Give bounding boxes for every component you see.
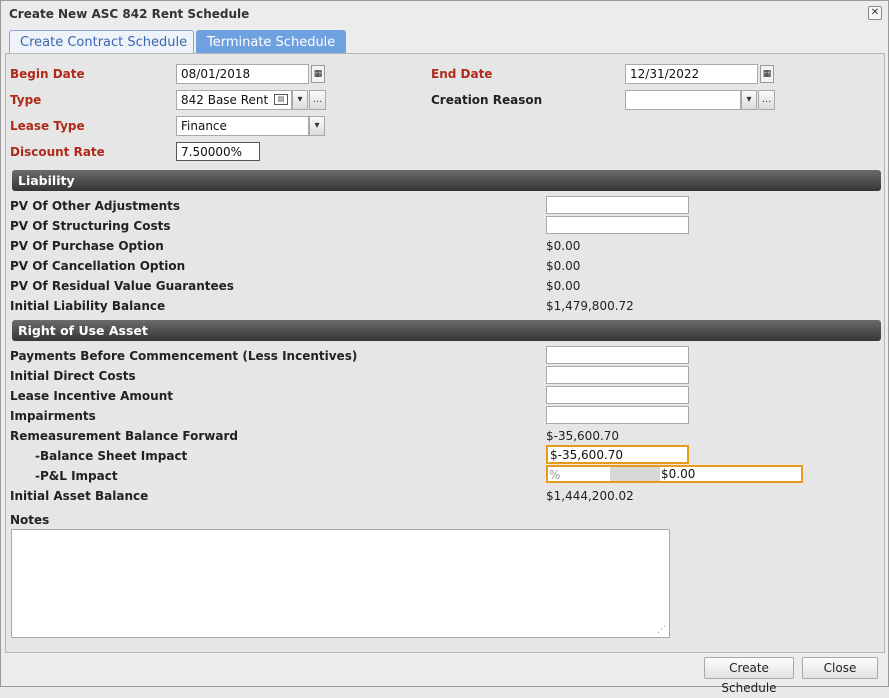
rou-section-header: Right of Use Asset — [12, 320, 881, 341]
payments-before-input[interactable] — [546, 346, 689, 364]
tab-create-contract-schedule[interactable]: Create Contract Schedule — [9, 30, 194, 53]
pv-other-adjustments-input[interactable] — [546, 196, 689, 214]
type-label: Type — [10, 93, 42, 107]
liability-section-header: Liability — [12, 170, 881, 191]
payments-before-label: Payments Before Commencement (Less Incen… — [10, 349, 358, 363]
calendar-icon[interactable]: ▦ — [311, 65, 325, 83]
chevron-down-icon[interactable]: ▾ — [292, 90, 308, 110]
discount-rate-label: Discount Rate — [10, 145, 105, 159]
creation-reason-select[interactable] — [625, 90, 741, 110]
chevron-down-icon[interactable]: ▾ — [309, 116, 325, 136]
pv-purchase-option-value: $0.00 — [546, 239, 581, 253]
dialog-title: Create New ASC 842 Rent Schedule — [9, 7, 250, 21]
contact-card-icon[interactable]: ▤ — [274, 94, 288, 105]
balance-sheet-impact-input[interactable]: $-35,600.70 — [546, 445, 689, 464]
lease-incentive-label: Lease Incentive Amount — [10, 389, 173, 403]
pv-cancellation-option-value: $0.00 — [546, 259, 581, 273]
calendar-icon[interactable]: ▦ — [760, 65, 774, 83]
pl-impact-percent-input[interactable]: % — [549, 468, 560, 482]
initial-direct-costs-input[interactable] — [546, 366, 689, 384]
tab-terminate-schedule[interactable]: Terminate Schedule — [196, 30, 346, 53]
end-date-label: End Date — [431, 67, 493, 81]
initial-liability-balance-value: $1,479,800.72 — [546, 299, 634, 313]
pv-residual-value-label: PV Of Residual Value Guarantees — [10, 279, 234, 293]
chevron-down-icon[interactable]: ▾ — [741, 90, 757, 110]
pv-purchase-option-label: PV Of Purchase Option — [10, 239, 164, 253]
dialog-titlebar: Create New ASC 842 Rent Schedule ✕ — [1, 1, 888, 27]
end-date-input[interactable]: 12/31/2022 — [625, 64, 758, 84]
remeasurement-label: Remeasurement Balance Forward — [10, 429, 238, 443]
create-schedule-dialog: Create New ASC 842 Rent Schedule ✕ Creat… — [0, 0, 889, 695]
lease-type-select[interactable]: Finance — [176, 116, 309, 136]
resize-grip-icon[interactable]: ⋰ — [657, 625, 882, 651]
pl-impact-label: -P&L Impact — [35, 469, 118, 483]
balance-sheet-impact-label: -Balance Sheet Impact — [35, 449, 188, 463]
creation-reason-lookup-button[interactable]: ... — [758, 90, 775, 110]
pv-structuring-costs-label: PV Of Structuring Costs — [10, 219, 171, 233]
remeasurement-value: $-35,600.70 — [546, 429, 620, 443]
creation-reason-label: Creation Reason — [431, 93, 543, 107]
close-button[interactable]: Close — [802, 657, 878, 679]
form-panel: Begin Date 08/01/2018 ▦ End Date 12/31/2… — [5, 53, 885, 653]
initial-direct-costs-label: Initial Direct Costs — [10, 369, 136, 383]
create-schedule-button[interactable]: Create Schedule — [704, 657, 794, 695]
initial-asset-balance-label: Initial Asset Balance — [10, 489, 149, 503]
pv-residual-value-value: $0.00 — [546, 279, 581, 293]
notes-label: Notes — [10, 513, 50, 527]
type-lookup-button[interactable]: ... — [309, 90, 326, 110]
lease-type-label: Lease Type — [10, 119, 85, 133]
pl-impact-divider — [610, 467, 660, 481]
notes-textarea[interactable] — [11, 529, 670, 638]
begin-date-input[interactable]: 08/01/2018 — [176, 64, 309, 84]
pv-structuring-costs-input[interactable] — [546, 216, 689, 234]
impairments-input[interactable] — [546, 406, 689, 424]
pv-cancellation-option-label: PV Of Cancellation Option — [10, 259, 186, 273]
close-icon[interactable]: ✕ — [868, 6, 882, 20]
pl-impact-group: % $0.00 — [546, 465, 803, 483]
initial-liability-balance-label: Initial Liability Balance — [10, 299, 166, 313]
initial-asset-balance-value: $1,444,200.02 — [546, 489, 634, 503]
pv-other-adjustments-label: PV Of Other Adjustments — [10, 199, 181, 213]
discount-rate-input[interactable]: 7.50000% — [176, 142, 260, 161]
begin-date-label: Begin Date — [10, 67, 85, 81]
pl-impact-amount-input[interactable]: $0.00 — [661, 467, 695, 481]
lease-incentive-input[interactable] — [546, 386, 689, 404]
impairments-label: Impairments — [10, 409, 96, 423]
